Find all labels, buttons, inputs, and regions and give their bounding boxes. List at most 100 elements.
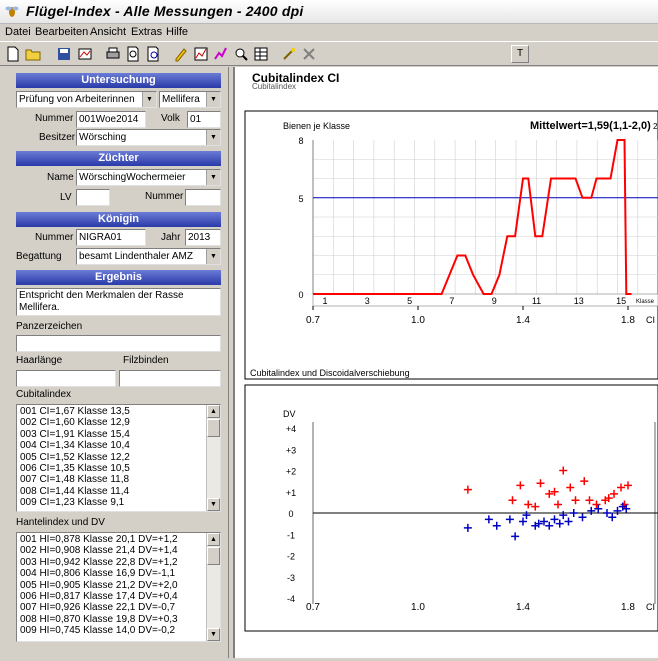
list-item[interactable]: 004 HI=0,806 Klasse 16,9 DV=-1,1 — [17, 568, 220, 579]
scroll-thumb[interactable] — [207, 419, 220, 437]
list-item[interactable]: 006 HI=0,817 Klasse 17,4 DV=+0,4 — [17, 591, 220, 602]
window-title: Flügel-Index - Alle Messungen - 2400 dpi — [26, 3, 304, 19]
menu-bearbeiten[interactable]: Bearbeiten — [35, 26, 88, 38]
scrollbar[interactable]: ▲ ▼ — [206, 533, 220, 641]
besitzer-select[interactable]: Wörsching ▼ — [76, 129, 221, 146]
class-axis-label: Klasse — [636, 299, 655, 305]
chart1-subtitle: Cubitalindex — [252, 82, 296, 91]
begattung-label: Begattung — [16, 251, 62, 262]
list-item[interactable]: 003 HI=0,942 Klasse 22,8 DV=+1,2 — [17, 557, 220, 568]
besitzer-label: Besitzer — [39, 132, 76, 143]
filzbinden-label: Filzbinden — [123, 355, 169, 366]
chart2-title: Cubitalindex und Discoidalverschiebung — [250, 368, 410, 378]
scroll-up-icon[interactable]: ▲ — [207, 405, 220, 418]
y-tick-label: +3 — [286, 445, 296, 455]
panzerzeichen-label: Panzerzeichen — [16, 321, 83, 332]
list-item[interactable]: 001 HI=0,878 Klasse 20,1 DV=+1,2 — [17, 534, 220, 545]
menu-datei[interactable]: Datei — [5, 26, 31, 38]
rasse-select[interactable]: Mellifera ▼ — [159, 91, 221, 108]
y-tick-label: 0 — [298, 290, 303, 300]
y-tick-label: -4 — [287, 594, 295, 604]
list-item[interactable]: 008 HI=0,870 Klasse 19,8 DV=+0,3 — [17, 614, 220, 625]
cubitalindex-list[interactable]: 001 CI=1,67 Klasse 13,5 002 CI=1,60 Klass… — [16, 404, 221, 512]
chart-icon[interactable] — [192, 45, 210, 63]
t-button[interactable]: T — [511, 45, 529, 63]
list-rows: 001 HI=0,878 Klasse 20,1 DV=+1,2 002 HI=0… — [17, 533, 220, 637]
list-item[interactable]: 004 CI=1,34 Klasse 10,4 — [17, 440, 220, 451]
y-tick-label: -1 — [287, 530, 295, 540]
chart1-ylabel: Bienen je Klasse — [283, 121, 350, 131]
lv-label: LV — [60, 192, 72, 203]
ci-tick-label: 1.0 — [411, 315, 425, 326]
scroll-down-icon[interactable]: ▼ — [207, 498, 220, 511]
pruefung-select[interactable]: Prüfung von Arbeiterinnen ▼ — [16, 91, 157, 108]
print-icon[interactable] — [104, 45, 122, 63]
list-item[interactable]: 009 CI=1,23 Klasse 9,1 — [17, 497, 220, 508]
koenigin-nummer-field[interactable]: NIGRA01 — [76, 229, 146, 246]
save-icon[interactable] — [55, 45, 73, 63]
koenigin-header: Königin — [16, 212, 221, 227]
volk-label: Volk — [161, 113, 180, 124]
menu-hilfe[interactable]: Hilfe — [166, 26, 188, 38]
panzerzeichen-field[interactable] — [16, 335, 221, 352]
haarlaenge-field[interactable] — [16, 370, 116, 387]
menu-extras[interactable]: Extras — [131, 26, 162, 38]
nummer-field[interactable]: 001Woe2014 — [76, 111, 146, 128]
ci-tick-label: 1.4 — [516, 315, 530, 326]
edit-chart-icon[interactable] — [76, 45, 94, 63]
list-item[interactable]: 006 CI=1,35 Klasse 10,5 — [17, 463, 220, 474]
list-item[interactable]: 009 HI=0,745 Klasse 14,0 DV=-0,2 — [17, 625, 220, 636]
scroll-down-icon[interactable]: ▼ — [207, 628, 220, 641]
y-tick-label: +1 — [286, 488, 296, 498]
y-tick-label: +2 — [286, 467, 296, 477]
ci-axis-label: CI — [646, 315, 655, 325]
new-file-icon[interactable] — [4, 45, 22, 63]
chevron-down-icon: ▼ — [206, 249, 220, 264]
list-item[interactable]: 007 CI=1,48 Klasse 11,8 — [17, 474, 220, 485]
lv-field[interactable] — [76, 189, 110, 206]
filzbinden-field[interactable] — [119, 370, 221, 387]
y-tick-label: -3 — [287, 573, 295, 583]
list-item[interactable]: 007 HI=0,926 Klasse 22,1 DV=-0,7 — [17, 602, 220, 613]
class-tick-label: 15 — [616, 296, 626, 306]
class-tick-label: 3 — [365, 296, 370, 306]
list-item[interactable]: 003 CI=1,91 Klasse 15,4 — [17, 429, 220, 440]
list-item[interactable]: 008 CI=1,44 Klasse 11,4 — [17, 486, 220, 497]
chevron-down-icon: ▼ — [206, 130, 220, 145]
x-axis-label: CI — [646, 602, 655, 612]
open-folder-icon[interactable] — [24, 45, 42, 63]
scroll-thumb[interactable] — [207, 547, 220, 565]
page-zoom-icon[interactable] — [144, 45, 162, 63]
chevron-down-icon: ▼ — [142, 92, 156, 107]
table-icon[interactable] — [252, 45, 270, 63]
list-item[interactable]: 001 CI=1,67 Klasse 13,5 — [17, 406, 220, 417]
print-preview-icon[interactable] — [124, 45, 142, 63]
begattung-select[interactable]: besamt Lindenthaler AMZ ▼ — [76, 248, 221, 265]
list-item[interactable]: 005 CI=1,52 Klasse 12,2 — [17, 452, 220, 463]
haarlaenge-label: Haarlänge — [16, 355, 63, 366]
ergebnis-text[interactable]: Entspricht den Merkmalen der Rasse Melli… — [16, 288, 221, 316]
class-tick-label: 7 — [449, 296, 454, 306]
list-item[interactable]: 002 CI=1,60 Klasse 12,9 — [17, 417, 220, 428]
volk-field[interactable]: 01 — [187, 111, 221, 128]
scrollbar[interactable]: ▲ ▼ — [206, 405, 220, 511]
zuechter-nummer-field[interactable] — [185, 189, 221, 206]
zuechter-name-select[interactable]: WörschingWochermeier ▼ — [76, 169, 221, 186]
hantelindex-list[interactable]: 001 HI=0,878 Klasse 20,1 DV=+1,2 002 HI=0… — [16, 532, 221, 642]
settings-wand-icon[interactable] — [280, 45, 298, 63]
ci-tick-label: 1.8 — [621, 315, 635, 326]
pencil-icon[interactable] — [172, 45, 190, 63]
measure-zoom-icon[interactable] — [232, 45, 250, 63]
class-tick-label: 11 — [532, 296, 541, 306]
y-tick-label: 8 — [298, 136, 303, 146]
name-label: Name — [47, 172, 74, 183]
scroll-up-icon[interactable]: ▲ — [207, 533, 220, 546]
list-item[interactable]: 002 HI=0,908 Klasse 21,4 DV=+1,4 — [17, 545, 220, 556]
x-tick-label: 1.4 — [516, 602, 530, 613]
list-item[interactable]: 005 HI=0,905 Klasse 21,2 DV=+2,0 — [17, 580, 220, 591]
close-x-icon[interactable] — [300, 45, 318, 63]
chart-edit-icon[interactable] — [212, 45, 230, 63]
menu-ansicht[interactable]: Ansicht — [90, 26, 126, 38]
y-tick-label: 0 — [288, 509, 293, 519]
jahr-field[interactable]: 2013 — [185, 229, 221, 246]
